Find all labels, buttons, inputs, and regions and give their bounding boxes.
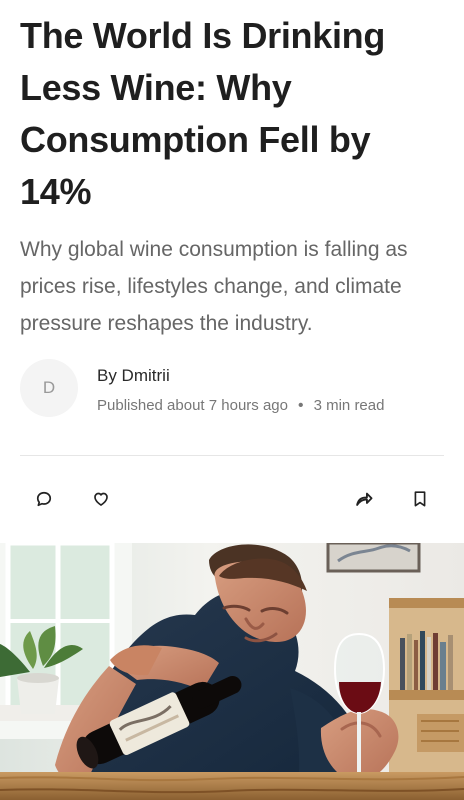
author-avatar[interactable]: D — [20, 359, 78, 417]
bookmark-button[interactable] — [408, 487, 432, 511]
comment-button[interactable] — [32, 487, 56, 511]
action-divider — [20, 455, 444, 456]
hero-image — [0, 543, 464, 800]
article-meta: Published about 7 hours ago • 3 min read — [97, 396, 384, 416]
wine-drinking-photo — [0, 543, 464, 800]
article-page: The World Is Drinking Less Wine: Why Con… — [0, 0, 464, 800]
share-button[interactable] — [352, 487, 376, 511]
article-subtitle: Why global wine consumption is falling a… — [20, 238, 408, 335]
meta-separator: • — [298, 397, 304, 414]
bookmark-icon — [414, 491, 426, 507]
comment-icon — [36, 491, 52, 507]
published-time: Published about 7 hours ago — [97, 397, 288, 414]
read-time: 3 min read — [313, 397, 385, 414]
author-name[interactable]: By Dmitrii — [97, 365, 170, 387]
heart-icon — [94, 492, 108, 506]
share-icon — [356, 492, 373, 506]
article-title: The World Is Drinking Less Wine: Why Con… — [20, 15, 386, 212]
like-button[interactable] — [89, 487, 113, 511]
